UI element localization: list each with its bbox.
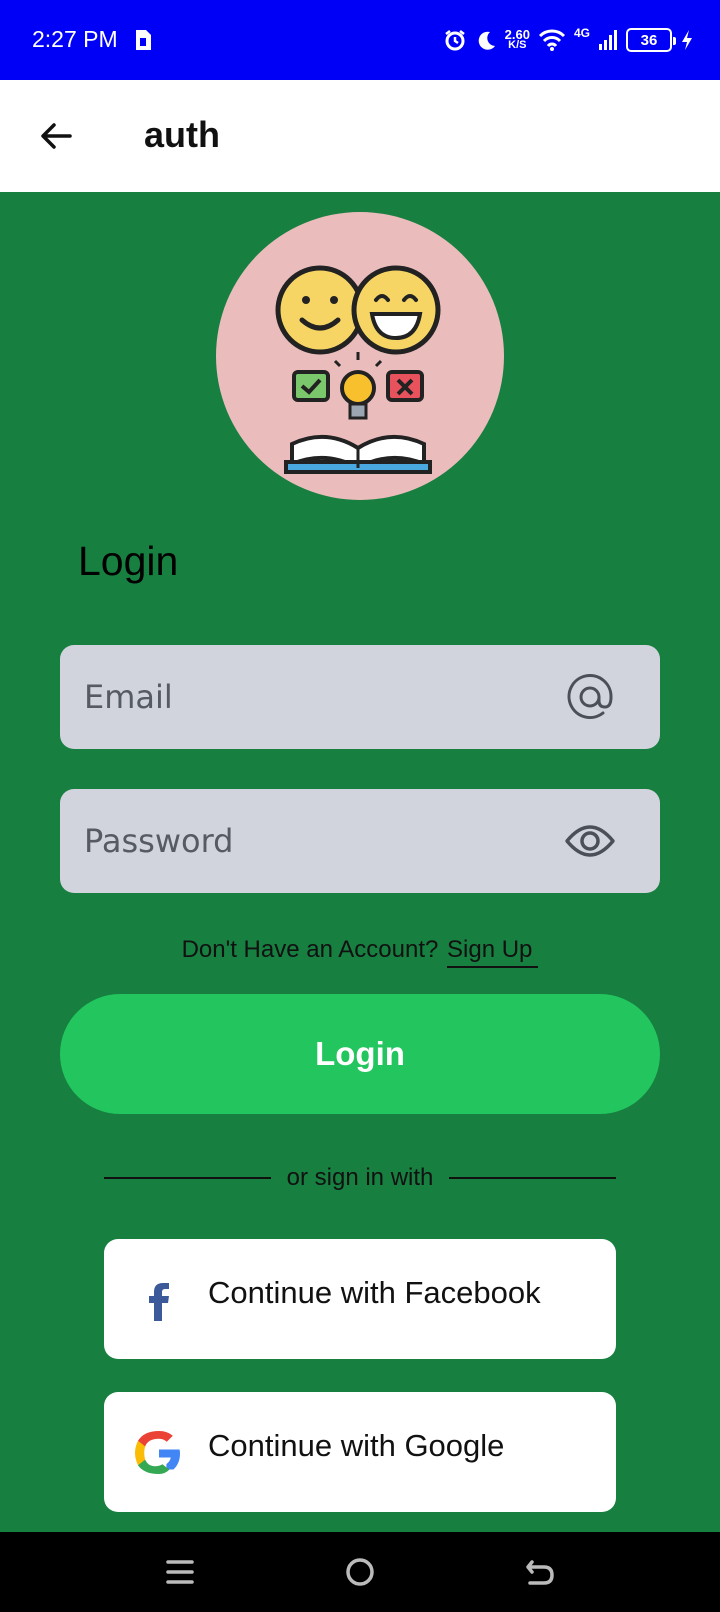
battery-indicator: 36 bbox=[626, 28, 676, 52]
eye-icon[interactable] bbox=[564, 815, 616, 867]
recent-apps-icon[interactable] bbox=[162, 1554, 198, 1590]
password-input[interactable] bbox=[84, 789, 534, 893]
facebook-icon bbox=[149, 1283, 169, 1321]
email-field[interactable] bbox=[60, 645, 660, 749]
system-nav-bar bbox=[0, 1532, 720, 1612]
charging-icon bbox=[682, 30, 692, 50]
facebook-button-label: Continue with Facebook bbox=[208, 1275, 541, 1310]
at-sign-icon bbox=[567, 674, 613, 719]
signup-link[interactable]: Sign Up bbox=[447, 936, 539, 968]
page-title: auth bbox=[144, 114, 220, 155]
network-type: 4G bbox=[573, 26, 590, 40]
sim-icon bbox=[136, 30, 151, 50]
status-time: 2:27 PM bbox=[32, 26, 118, 52]
divider-line-right bbox=[449, 1177, 617, 1179]
moon-icon bbox=[478, 31, 495, 50]
app-bar: auth bbox=[0, 80, 720, 192]
back-arrow-icon[interactable] bbox=[36, 116, 76, 156]
divider-text: or sign in with bbox=[286, 1164, 434, 1191]
back-icon[interactable] bbox=[522, 1554, 558, 1590]
alarm-icon bbox=[444, 30, 465, 51]
divider-line-left bbox=[104, 1177, 271, 1179]
app-logo bbox=[216, 212, 504, 500]
login-button[interactable]: Login bbox=[60, 994, 660, 1114]
no-account-text: Don't Have an Account? bbox=[181, 936, 439, 963]
status-bar: 2:27 PM 2.60 K/S 4G 36 bbox=[0, 0, 720, 80]
google-button-label: Continue with Google bbox=[208, 1428, 505, 1463]
status-icons: 2.60 K/S 4G 36 bbox=[443, 22, 694, 58]
signal-icon bbox=[599, 30, 617, 50]
social-divider: or sign in with bbox=[104, 1158, 617, 1198]
google-login-button[interactable]: Continue with Google bbox=[104, 1392, 616, 1512]
facebook-login-button[interactable]: Continue with Facebook bbox=[104, 1239, 616, 1359]
wifi-icon bbox=[538, 29, 566, 51]
password-field[interactable] bbox=[60, 789, 660, 893]
signup-row: Don't Have an Account? Sign Up bbox=[0, 936, 720, 968]
login-heading: Login bbox=[78, 538, 179, 584]
learning-illustration-icon bbox=[275, 265, 441, 474]
login-screen: Login Don't Have an Account? Sign Up Log… bbox=[0, 192, 720, 1532]
email-input[interactable] bbox=[84, 645, 534, 749]
home-icon[interactable] bbox=[342, 1554, 378, 1590]
google-icon bbox=[135, 1431, 180, 1474]
net-speed: 2.60 K/S bbox=[504, 27, 530, 51]
